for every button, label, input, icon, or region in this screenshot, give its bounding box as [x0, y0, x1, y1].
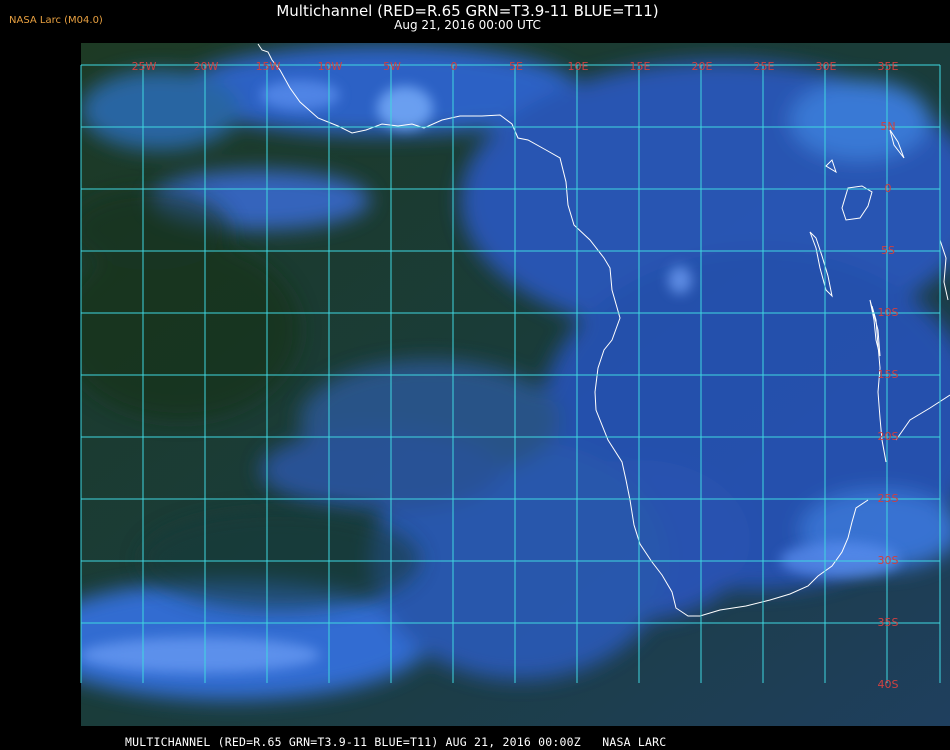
longitude-label: 5W [383, 60, 401, 73]
latitude-label: 5N [880, 120, 895, 133]
latitude-label: 5S [881, 244, 895, 257]
latitude-label: 20S [878, 430, 899, 443]
longitude-label: 20W [194, 60, 219, 73]
longitude-label: 10W [318, 60, 343, 73]
longitude-label: 35E [878, 60, 899, 73]
longitude-label: 5E [509, 60, 523, 73]
longitude-label: 15W [256, 60, 281, 73]
longitude-label: 0 [451, 60, 458, 73]
footer-caption: MULTICHANNEL (RED=R.65 GRN=T3.9-11 BLUE=… [125, 735, 667, 749]
longitude-label: 20E [692, 60, 713, 73]
latitude-label: 35S [878, 616, 899, 629]
longitude-label: 30E [816, 60, 837, 73]
longitude-label: 25W [132, 60, 157, 73]
satellite-imagery [81, 43, 950, 726]
latitude-label: 0 [885, 182, 892, 195]
latitude-label: 10S [878, 306, 899, 319]
latitude-label: 40S [878, 678, 899, 691]
latitude-label: 15S [878, 368, 899, 381]
latitude-label: 25S [878, 492, 899, 505]
satellite-map[interactable]: 25W 20W 15W 10W 5W 0 5E 10E 15E 20E 25E 30E 35E 5N 0 5… [0, 0, 950, 750]
longitude-label: 10E [568, 60, 589, 73]
latitude-label: 30S [878, 554, 899, 567]
longitude-label: 25E [754, 60, 775, 73]
longitude-label: 15E [630, 60, 651, 73]
